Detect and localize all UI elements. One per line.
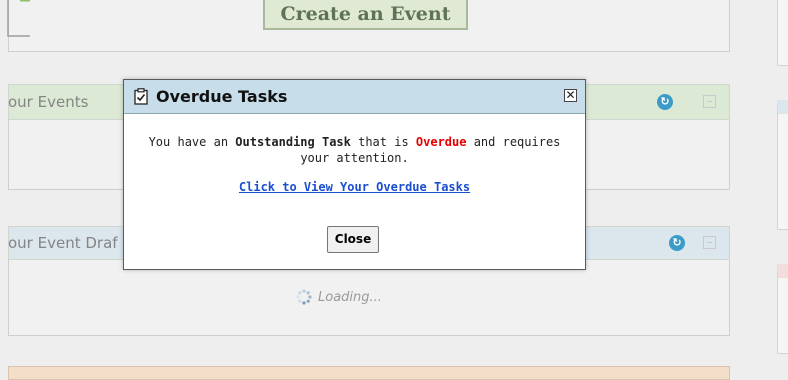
message-text: You have an bbox=[148, 135, 236, 149]
minimize-icon[interactable] bbox=[703, 236, 716, 249]
pencil-icon bbox=[7, 0, 30, 37]
loading-text: Loading... bbox=[318, 290, 382, 305]
event-drafts-title: our Event Draf bbox=[8, 234, 118, 252]
clipboard-check-icon bbox=[134, 88, 148, 105]
create-event-button[interactable]: Create an Event bbox=[263, 0, 468, 30]
outstanding-task-text: Outstanding Task bbox=[235, 135, 351, 149]
right-panel bbox=[777, 0, 788, 66]
refresh-icon[interactable]: ↻ bbox=[657, 94, 673, 110]
dialog-title: Overdue Tasks bbox=[156, 87, 288, 106]
view-overdue-tasks-link[interactable]: Click to View Your Overdue Tasks bbox=[124, 180, 585, 194]
message-text: that is bbox=[350, 135, 416, 149]
overdue-text: Overdue bbox=[415, 135, 467, 149]
refresh-icon[interactable]: ↻ bbox=[669, 235, 685, 251]
close-button[interactable]: Close bbox=[327, 226, 379, 253]
right-panel bbox=[777, 100, 788, 230]
close-icon[interactable]: ✕ bbox=[564, 89, 577, 102]
bottom-panel-header bbox=[8, 366, 730, 380]
overdue-tasks-dialog: Overdue Tasks ✕ You have an Outstanding … bbox=[123, 79, 586, 270]
right-panel bbox=[777, 264, 788, 354]
loading-spinner-icon bbox=[296, 289, 312, 305]
your-events-title: our Events bbox=[8, 93, 89, 111]
minimize-icon[interactable] bbox=[703, 95, 716, 108]
dialog-message: You have an Outstanding Task that is Ove… bbox=[144, 134, 565, 166]
